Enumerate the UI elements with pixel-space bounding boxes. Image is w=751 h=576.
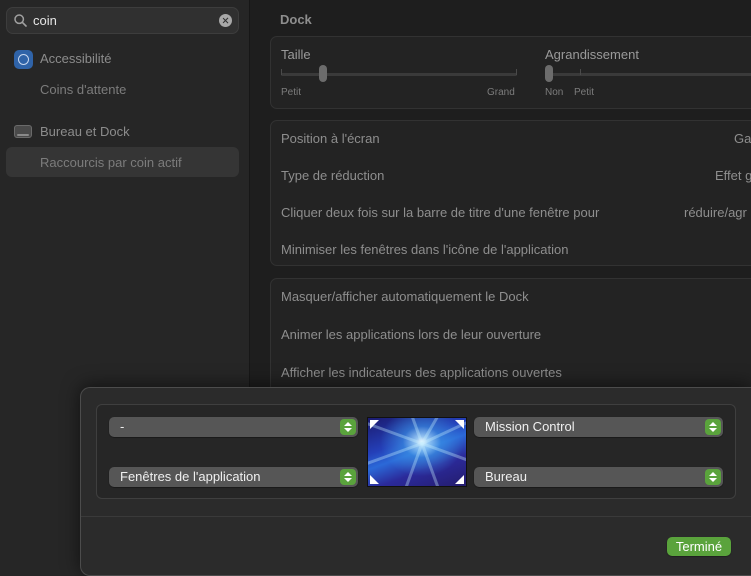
magnification-min-label: Petit	[574, 87, 595, 98]
popup-chevron-icon	[340, 419, 356, 435]
setting-label: Animer les applications lors de leur ouv…	[281, 327, 542, 342]
bottom-right-corner-popup[interactable]: Bureau	[474, 467, 723, 487]
desktop-preview-image	[367, 417, 467, 487]
dialog-divider	[81, 516, 751, 517]
setting-label: Type de réduction	[281, 168, 385, 183]
done-button[interactable]: Terminé	[667, 537, 731, 556]
top-left-corner-popup[interactable]: -	[109, 417, 358, 437]
size-track	[281, 73, 517, 76]
sidebar-item-desktop-dock[interactable]: Bureau et Dock	[6, 117, 239, 147]
magnification-slider-knob[interactable]	[545, 65, 553, 82]
setting-row-autohide[interactable]: Masquer/afficher automatiquement le Dock	[281, 279, 751, 315]
corner-marker-icon	[455, 420, 464, 429]
magnification-track	[546, 73, 751, 76]
size-min-label: Petit	[281, 87, 302, 98]
sidebar-subitem-label: Raccourcis par coin actif	[40, 155, 182, 170]
search-field[interactable]	[6, 7, 239, 34]
setting-row-minimize-into-icon[interactable]: Minimiser les fenêtres dans l'icône de l…	[281, 232, 751, 268]
popup-chevron-icon	[705, 419, 721, 435]
popup-value: Mission Control	[485, 419, 575, 434]
setting-value[interactable]: réduire/agr	[684, 205, 747, 220]
popup-chevron-icon	[340, 469, 356, 485]
sidebar-item-accessibility[interactable]: Accessibilité	[6, 44, 239, 74]
setting-label: Masquer/afficher automatiquement le Dock	[281, 289, 529, 304]
popup-value: -	[120, 419, 125, 434]
dock-options-card: Position à l'écran Ga Type de réduction …	[270, 120, 751, 266]
dock-size-card: Taille Petit Grand Agrandissement Non Pe…	[270, 36, 751, 109]
sidebar-item-label: Bureau et Dock	[40, 124, 130, 139]
accessibility-icon	[14, 50, 33, 69]
setting-row-minimize-effect[interactable]: Type de réduction Effet g	[281, 158, 751, 194]
size-slider-knob[interactable]	[318, 65, 327, 82]
popup-chevron-icon	[705, 469, 721, 485]
popup-value: Bureau	[485, 469, 527, 484]
setting-label: Afficher les indicateurs des application…	[281, 365, 562, 380]
setting-row-position[interactable]: Position à l'écran Ga	[281, 121, 751, 157]
magnification-label: Agrandissement	[545, 47, 639, 62]
sidebar-subitem-label: Coins d'attente	[40, 82, 127, 97]
dock-behavior-card: Masquer/afficher automatiquement le Dock…	[270, 278, 751, 398]
setting-label: Position à l'écran	[281, 131, 380, 146]
size-label: Taille	[281, 47, 311, 62]
bottom-left-corner-popup[interactable]: Fenêtres de l'application	[109, 467, 358, 487]
corner-marker-icon	[370, 475, 379, 484]
top-right-corner-popup[interactable]: Mission Control	[474, 417, 723, 437]
magnification-off-label: Non	[545, 87, 564, 98]
hot-corners-group: - Mission Control Fenêtres de l'applicat…	[96, 404, 736, 499]
clear-search-icon[interactable]	[219, 14, 232, 27]
setting-value[interactable]: Effet g	[715, 168, 751, 183]
size-max-label: Grand	[487, 87, 515, 98]
setting-row-double-click[interactable]: Cliquer deux fois sur la barre de titre …	[281, 195, 751, 231]
sidebar-subitem-hot-corners[interactable]: Raccourcis par coin actif	[6, 147, 239, 177]
search-input[interactable]	[33, 11, 213, 30]
setting-row-animate-opening[interactable]: Animer les applications lors de leur ouv…	[281, 317, 751, 353]
setting-label: Cliquer deux fois sur la barre de titre …	[281, 205, 600, 220]
corner-marker-icon	[370, 420, 379, 429]
sidebar-item-label: Accessibilité	[40, 51, 112, 66]
popup-value: Fenêtres de l'application	[120, 469, 261, 484]
hot-corners-dialog: - Mission Control Fenêtres de l'applicat…	[80, 387, 751, 576]
sidebar-subitem-hot-corners-wait[interactable]: Coins d'attente	[6, 74, 239, 104]
setting-label: Minimiser les fenêtres dans l'icône de l…	[281, 242, 569, 257]
section-title: Dock	[280, 12, 312, 27]
search-icon	[14, 14, 27, 27]
corner-marker-icon	[455, 475, 464, 484]
setting-value[interactable]: Ga	[734, 131, 751, 146]
setting-row-show-indicators[interactable]: Afficher les indicateurs des application…	[281, 355, 751, 391]
desktop-dock-icon	[14, 125, 32, 138]
